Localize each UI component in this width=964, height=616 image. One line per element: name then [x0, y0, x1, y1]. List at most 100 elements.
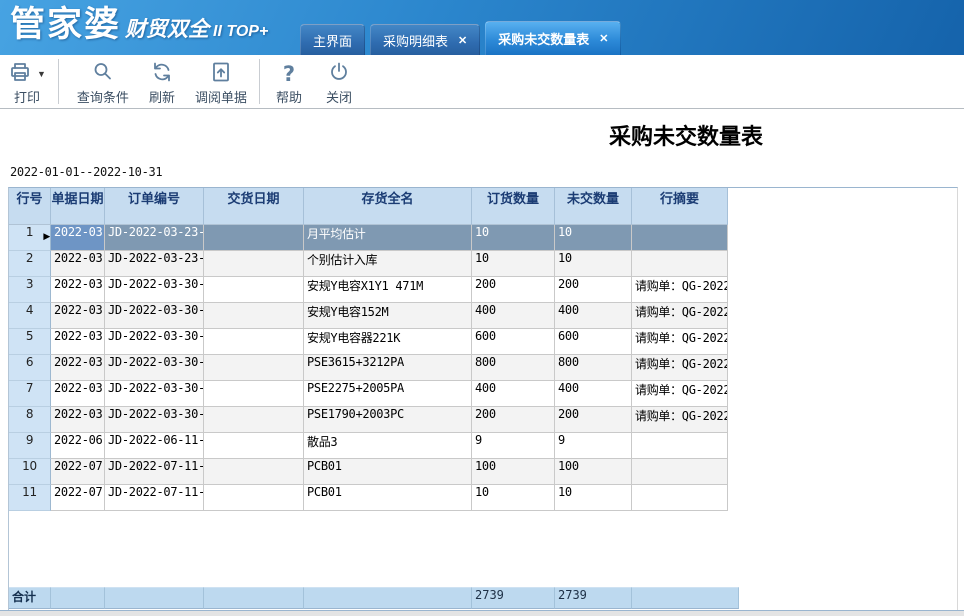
item-name-cell[interactable]: 散品3 [304, 433, 472, 459]
doc-date-cell[interactable]: 2022-03- [51, 329, 105, 355]
item-name-cell[interactable]: PSE1790+2003PC [304, 407, 472, 433]
row-number-cell[interactable]: 4▶ [9, 303, 51, 329]
remark-cell[interactable] [632, 459, 728, 485]
doc-date-cell[interactable]: 2022-03- [51, 381, 105, 407]
delivery-date-cell[interactable] [204, 329, 304, 355]
item-name-cell[interactable]: PSE3615+3212PA [304, 355, 472, 381]
undelivered-qty-cell[interactable]: 400 [555, 303, 632, 329]
item-name-cell[interactable]: PCB01 [304, 459, 472, 485]
table-row[interactable]: 1▶ 2022-03- JD-2022-03-23-000 月平均估计 10 1… [9, 225, 728, 251]
delivery-date-cell[interactable] [204, 433, 304, 459]
order-no-cell[interactable]: JD-2022-07-11-000 [105, 459, 204, 485]
remark-cell[interactable] [632, 225, 728, 251]
delivery-date-cell[interactable] [204, 485, 304, 511]
item-name-cell[interactable]: PCB01 [304, 485, 472, 511]
order-no-cell[interactable]: JD-2022-06-11-000 [105, 433, 204, 459]
delivery-date-cell[interactable] [204, 459, 304, 485]
order-no-cell[interactable]: JD-2022-03-30-000 [105, 355, 204, 381]
undelivered-qty-cell[interactable]: 10 [555, 251, 632, 277]
remark-cell[interactable]: 请购单：QG-2022-0 [632, 407, 728, 433]
recall-document-button[interactable]: 调阅单据 [187, 55, 255, 108]
table-row[interactable]: 8▶ 2022-03- JD-2022-03-30-000 PSE1790+20… [9, 407, 728, 433]
order-no-cell[interactable]: JD-2022-03-23-000 [105, 225, 204, 251]
row-number-cell[interactable]: 2▶ [9, 251, 51, 277]
header-cell-remark[interactable]: 行摘要 [632, 188, 728, 225]
remark-cell[interactable]: 请购单：QG-2022-0 [632, 303, 728, 329]
ordered-qty-cell[interactable]: 400 [472, 303, 555, 329]
row-number-cell[interactable]: 11▶ [9, 485, 51, 511]
ordered-qty-cell[interactable]: 10 [472, 225, 555, 251]
header-cell-row-number[interactable]: 行号 [9, 188, 51, 225]
doc-date-cell[interactable]: 2022-07- [51, 459, 105, 485]
header-cell-order-no[interactable]: 订单编号 [105, 188, 204, 225]
item-name-cell[interactable]: 安规Y电容152M [304, 303, 472, 329]
delivery-date-cell[interactable] [204, 381, 304, 407]
remark-cell[interactable]: 请购单：QG-2022-0 [632, 381, 728, 407]
undelivered-qty-cell[interactable]: 200 [555, 407, 632, 433]
header-cell-undelivered-qty[interactable]: 未交数量 [555, 188, 632, 225]
remark-cell[interactable]: 请购单：QG-2022-0 [632, 277, 728, 303]
order-no-cell[interactable]: JD-2022-03-30-000 [105, 407, 204, 433]
ordered-qty-cell[interactable]: 10 [472, 251, 555, 277]
row-number-cell[interactable]: 3▶ [9, 277, 51, 303]
close-button[interactable]: 关闭 [318, 55, 360, 108]
print-button[interactable]: ▼ 打印 [0, 55, 54, 108]
ordered-qty-cell[interactable]: 10 [472, 485, 555, 511]
undelivered-qty-cell[interactable]: 10 [555, 485, 632, 511]
tab-close-icon[interactable]: ✕ [599, 32, 608, 45]
delivery-date-cell[interactable] [204, 225, 304, 251]
table-row[interactable]: 5▶ 2022-03- JD-2022-03-30-000 安规Y电容器221K… [9, 329, 728, 355]
table-row[interactable]: 7▶ 2022-03- JD-2022-03-30-000 PSE2275+20… [9, 381, 728, 407]
row-number-cell[interactable]: 8▶ [9, 407, 51, 433]
doc-date-cell[interactable]: 2022-07- [51, 485, 105, 511]
undelivered-qty-cell[interactable]: 10 [555, 225, 632, 251]
undelivered-qty-cell[interactable]: 800 [555, 355, 632, 381]
ordered-qty-cell[interactable]: 200 [472, 407, 555, 433]
delivery-date-cell[interactable] [204, 303, 304, 329]
order-no-cell[interactable]: JD-2022-03-23-000 [105, 251, 204, 277]
doc-date-cell[interactable]: 2022-03- [51, 277, 105, 303]
tab-purchase-undelivered[interactable]: 采购未交数量表 ✕ [485, 21, 621, 55]
ordered-qty-cell[interactable]: 800 [472, 355, 555, 381]
undelivered-qty-cell[interactable]: 600 [555, 329, 632, 355]
remark-cell[interactable] [632, 251, 728, 277]
horizontal-scrollbar[interactable] [0, 610, 964, 616]
row-number-cell[interactable]: 7▶ [9, 381, 51, 407]
row-number-cell[interactable]: 5▶ [9, 329, 51, 355]
tab-main-screen[interactable]: 主界面 [300, 24, 365, 55]
doc-date-cell[interactable]: 2022-03- [51, 251, 105, 277]
item-name-cell[interactable]: 安规Y电容器221K [304, 329, 472, 355]
table-row[interactable]: 6▶ 2022-03- JD-2022-03-30-000 PSE3615+32… [9, 355, 728, 381]
ordered-qty-cell[interactable]: 9 [472, 433, 555, 459]
order-no-cell[interactable]: JD-2022-03-30-000 [105, 329, 204, 355]
undelivered-qty-cell[interactable]: 100 [555, 459, 632, 485]
ordered-qty-cell[interactable]: 100 [472, 459, 555, 485]
doc-date-cell[interactable]: 2022-06- [51, 433, 105, 459]
delivery-date-cell[interactable] [204, 251, 304, 277]
header-cell-ordered-qty[interactable]: 订货数量 [472, 188, 555, 225]
row-number-cell[interactable]: 10▶ [9, 459, 51, 485]
table-row[interactable]: 4▶ 2022-03- JD-2022-03-30-000 安规Y电容152M … [9, 303, 728, 329]
doc-date-cell[interactable]: 2022-03- [51, 407, 105, 433]
table-row[interactable]: 11▶ 2022-07- JD-2022-07-11-000 PCB01 10 … [9, 485, 728, 511]
help-button[interactable]: ? 帮助 [268, 55, 310, 108]
remark-cell[interactable]: 请购单：QG-2022-0 [632, 355, 728, 381]
order-no-cell[interactable]: JD-2022-07-11-000 [105, 485, 204, 511]
item-name-cell[interactable]: 安规Y电容X1Y1 471M [304, 277, 472, 303]
delivery-date-cell[interactable] [204, 355, 304, 381]
delivery-date-cell[interactable] [204, 277, 304, 303]
item-name-cell[interactable]: PSE2275+2005PA [304, 381, 472, 407]
doc-date-cell[interactable]: 2022-03- [51, 355, 105, 381]
header-cell-delivery-date[interactable]: 交货日期 [204, 188, 304, 225]
table-row[interactable]: 9▶ 2022-06- JD-2022-06-11-000 散品3 9 9 [9, 433, 728, 459]
remark-cell[interactable] [632, 485, 728, 511]
order-no-cell[interactable]: JD-2022-03-30-000 [105, 277, 204, 303]
header-cell-doc-date[interactable]: 单据日期 [51, 188, 105, 225]
item-name-cell[interactable]: 个别估计入库 [304, 251, 472, 277]
print-dropdown-arrow-icon[interactable]: ▼ [37, 69, 46, 79]
refresh-button[interactable]: 刷新 [141, 55, 183, 108]
header-cell-item-name[interactable]: 存货全名 [304, 188, 472, 225]
row-number-cell[interactable]: 9▶ [9, 433, 51, 459]
row-number-cell[interactable]: 6▶ [9, 355, 51, 381]
doc-date-cell[interactable]: 2022-03- [51, 225, 105, 251]
